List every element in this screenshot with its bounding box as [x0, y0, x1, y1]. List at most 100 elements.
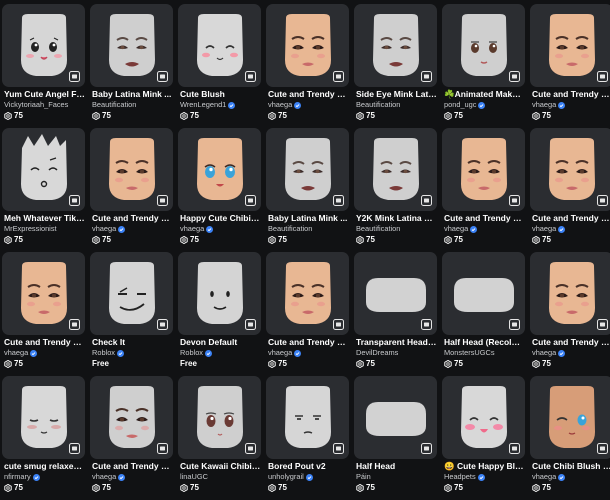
catalog-item[interactable]: Cute Chibi Blush Wi... vhaega 75: [530, 376, 610, 494]
item-creator[interactable]: vhaega: [532, 348, 610, 358]
item-creator[interactable]: Beautification: [356, 224, 437, 234]
creator-name[interactable]: vhaega: [4, 348, 28, 358]
creator-name[interactable]: Vickytoriaah_Faces: [4, 100, 68, 110]
item-creator[interactable]: pond_ugc: [444, 100, 525, 110]
item-creator[interactable]: vhaega: [268, 100, 349, 110]
item-creator[interactable]: unholygrail: [268, 472, 349, 482]
item-thumbnail[interactable]: [266, 252, 349, 335]
catalog-item[interactable]: Half Head Páin 75: [354, 376, 437, 494]
creator-name[interactable]: Beautification: [92, 100, 136, 110]
item-thumbnail[interactable]: [178, 4, 261, 87]
creator-name[interactable]: linaUGC: [180, 472, 208, 482]
creator-name[interactable]: nfirmary: [4, 472, 31, 482]
creator-name[interactable]: vhaega: [532, 100, 556, 110]
creator-name[interactable]: Beautification: [268, 224, 312, 234]
item-creator[interactable]: DevilDreams: [356, 348, 437, 358]
item-creator[interactable]: WrenLegend1: [180, 100, 261, 110]
try-on-icon[interactable]: [157, 443, 168, 454]
try-on-icon[interactable]: [69, 443, 80, 454]
catalog-item[interactable]: Baby Latina Mink ... Beautification 75: [266, 128, 349, 246]
item-creator[interactable]: MonstersUGCs: [444, 348, 525, 358]
try-on-icon[interactable]: [245, 195, 256, 206]
item-creator[interactable]: vhaega: [444, 224, 525, 234]
creator-name[interactable]: vhaega: [268, 100, 292, 110]
item-creator[interactable]: vhaega: [92, 224, 173, 234]
item-creator[interactable]: Roblox: [180, 348, 261, 358]
try-on-icon[interactable]: [157, 195, 168, 206]
item-name[interactable]: Cute and Trendy Pr...: [532, 213, 610, 223]
creator-name[interactable]: Beautification: [356, 100, 400, 110]
item-name[interactable]: Cute and Trendy Pr...: [532, 89, 610, 99]
item-thumbnail[interactable]: [266, 4, 349, 87]
item-thumbnail[interactable]: [266, 376, 349, 459]
item-creator[interactable]: vhaega: [180, 224, 261, 234]
item-name[interactable]: Cute Chibi Blush Wi...: [532, 461, 610, 471]
item-thumbnail[interactable]: [2, 4, 85, 87]
catalog-item[interactable]: Devon Default Roblox Free: [178, 252, 261, 370]
creator-name[interactable]: unholygrail: [268, 472, 304, 482]
try-on-icon[interactable]: [597, 71, 608, 82]
catalog-item[interactable]: Cute Blush WrenLegend1 75: [178, 4, 261, 122]
creator-name[interactable]: vhaega: [532, 472, 556, 482]
item-creator[interactable]: vhaega: [532, 472, 610, 482]
item-thumbnail[interactable]: [2, 252, 85, 335]
try-on-icon[interactable]: [597, 195, 608, 206]
catalog-item[interactable]: Y2K Mink Latina M... Beautification 75: [354, 128, 437, 246]
creator-name[interactable]: Roblox: [180, 348, 203, 358]
try-on-icon[interactable]: [245, 443, 256, 454]
item-name[interactable]: Meh Whatever TikT...: [4, 213, 85, 223]
catalog-item[interactable]: Cute and Trendy Pr... vhaega 75: [266, 4, 349, 122]
creator-name[interactable]: DevilDreams: [356, 348, 398, 358]
try-on-icon[interactable]: [245, 71, 256, 82]
try-on-icon[interactable]: [421, 443, 432, 454]
item-name[interactable]: Cute Kawaii Chibi A...: [180, 461, 261, 471]
item-thumbnail[interactable]: [178, 128, 261, 211]
catalog-item[interactable]: cute smug relaxed ... nfirmary 75: [2, 376, 85, 494]
try-on-icon[interactable]: [69, 71, 80, 82]
try-on-icon[interactable]: [157, 319, 168, 330]
item-creator[interactable]: Beautification: [268, 224, 349, 234]
catalog-item[interactable]: Cute and Trendy Pr... vhaega 75: [266, 252, 349, 370]
creator-name[interactable]: vhaega: [180, 224, 204, 234]
item-name[interactable]: Cute Blush: [180, 89, 261, 99]
creator-name[interactable]: MrExpressionist: [4, 224, 57, 234]
catalog-item[interactable]: Meh Whatever TikT... MrExpressionist 75: [2, 128, 85, 246]
item-name[interactable]: Bored Pout v2: [268, 461, 349, 471]
try-on-icon[interactable]: [597, 319, 608, 330]
item-creator[interactable]: vhaega: [268, 348, 349, 358]
item-name[interactable]: ☘️Animated Makeu...: [444, 89, 525, 99]
item-thumbnail[interactable]: [178, 376, 261, 459]
try-on-icon[interactable]: [333, 443, 344, 454]
item-name[interactable]: Check It: [92, 337, 173, 347]
item-thumbnail[interactable]: [530, 128, 610, 211]
item-thumbnail[interactable]: [442, 4, 525, 87]
catalog-item[interactable]: Baby Latina Mink ... Beautification 75: [90, 4, 173, 122]
catalog-item[interactable]: Cute and Trendy Pr... vhaega 75: [530, 4, 610, 122]
item-name[interactable]: Half Head (Recolora...: [444, 337, 525, 347]
item-thumbnail[interactable]: [90, 376, 173, 459]
item-name[interactable]: Side Eye Mink Latin...: [356, 89, 437, 99]
creator-name[interactable]: Páin: [356, 472, 371, 482]
creator-name[interactable]: vhaega: [92, 224, 116, 234]
creator-name[interactable]: pond_ugc: [444, 100, 476, 110]
try-on-icon[interactable]: [421, 71, 432, 82]
creator-name[interactable]: Roblox: [92, 348, 115, 358]
item-thumbnail[interactable]: [178, 252, 261, 335]
item-thumbnail[interactable]: [90, 128, 173, 211]
try-on-icon[interactable]: [333, 71, 344, 82]
item-name[interactable]: Baby Latina Mink ...: [92, 89, 173, 99]
item-creator[interactable]: vhaega: [532, 224, 610, 234]
item-thumbnail[interactable]: [530, 4, 610, 87]
item-name[interactable]: Cute and Trendy Pr...: [532, 337, 610, 347]
try-on-icon[interactable]: [509, 195, 520, 206]
creator-name[interactable]: vhaega: [532, 224, 556, 234]
item-thumbnail[interactable]: [354, 4, 437, 87]
try-on-icon[interactable]: [509, 71, 520, 82]
creator-name[interactable]: vhaega: [92, 472, 116, 482]
item-thumbnail[interactable]: [2, 376, 85, 459]
item-creator[interactable]: MrExpressionist: [4, 224, 85, 234]
item-thumbnail[interactable]: [354, 252, 437, 335]
creator-name[interactable]: WrenLegend1: [180, 100, 226, 110]
item-creator[interactable]: Vickytoriaah_Faces: [4, 100, 85, 110]
catalog-item[interactable]: Bored Pout v2 unholygrail 75: [266, 376, 349, 494]
